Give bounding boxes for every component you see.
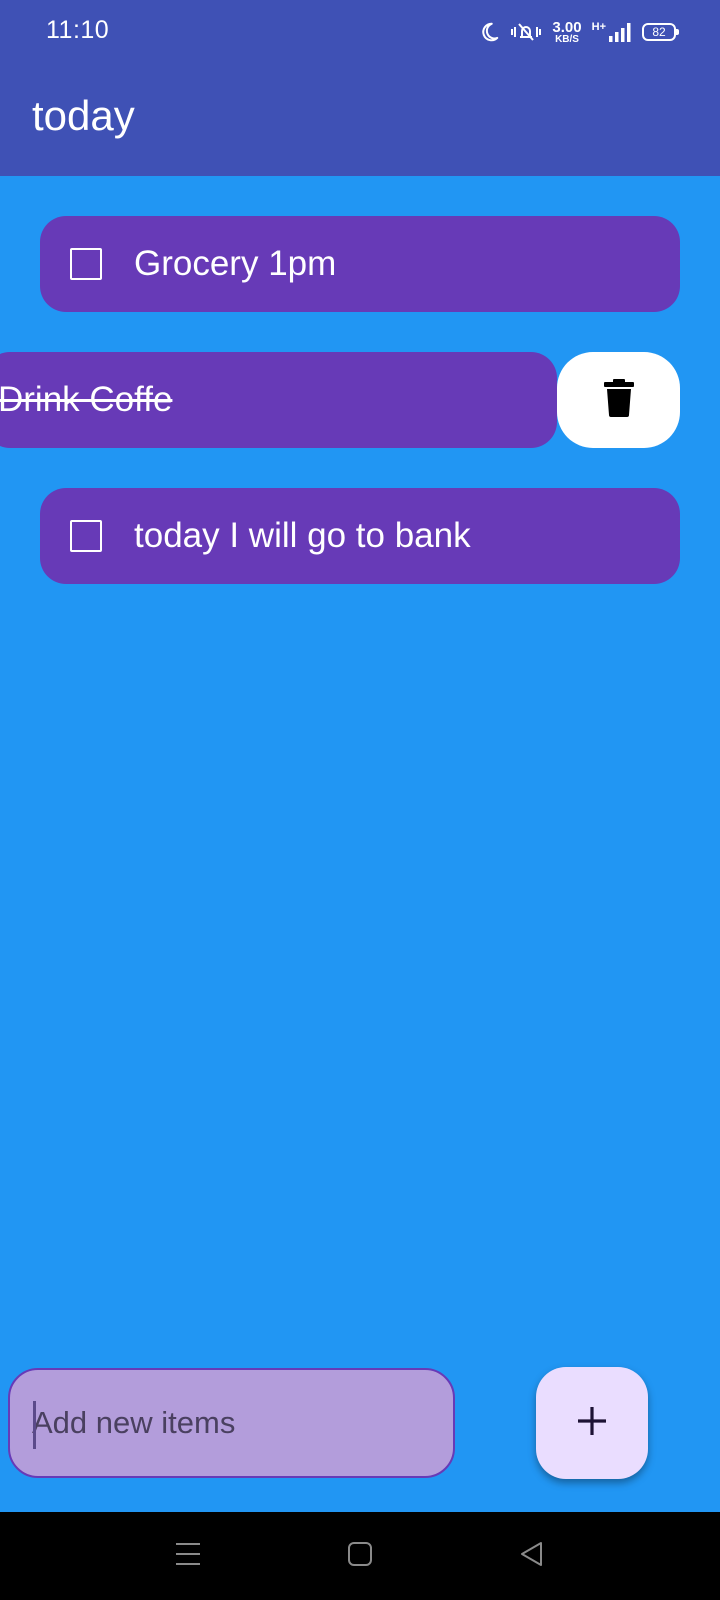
new-item-field[interactable]	[8, 1368, 455, 1478]
task-label: today I will go to bank	[134, 516, 471, 555]
signal-icon: H+	[592, 21, 632, 43]
app-header: 11:10 3.00 KB/S H+ 82 today	[0, 0, 720, 176]
task-checkbox[interactable]	[70, 248, 102, 280]
network-speed: 3.00 KB/S	[552, 20, 581, 45]
battery-level: 82	[652, 25, 666, 39]
network-type: H+	[591, 21, 606, 33]
menu-icon	[175, 1541, 201, 1572]
back-button[interactable]	[510, 1534, 554, 1578]
network-speed-unit: KB/S	[555, 33, 579, 45]
home-button[interactable]	[338, 1534, 382, 1578]
trash-icon	[603, 378, 634, 422]
new-item-input[interactable]	[32, 1370, 432, 1476]
plus-icon	[576, 1405, 608, 1442]
list-item[interactable]: today I will go to bank	[40, 488, 680, 584]
task-label: Grocery 1pm	[134, 244, 337, 283]
status-icons: 3.00 KB/S H+ 82	[478, 16, 679, 48]
battery-icon: 82	[642, 23, 679, 41]
add-item-button[interactable]	[536, 1367, 648, 1479]
task-checkbox[interactable]	[70, 520, 102, 552]
home-icon	[347, 1541, 373, 1572]
vibrate-silent-icon	[510, 21, 542, 43]
list-item[interactable]: Grocery 1pm	[40, 216, 680, 312]
navigation-bar	[0, 1512, 720, 1600]
network-speed-value: 3.00	[552, 18, 582, 36]
list-item[interactable]: Drink Coffe	[0, 352, 557, 448]
menu-button[interactable]	[166, 1534, 210, 1578]
status-time: 11:10	[46, 16, 110, 44]
delete-button[interactable]	[557, 352, 680, 448]
text-cursor	[33, 1401, 36, 1449]
task-label: Drink Coffe	[0, 380, 173, 419]
page-title: today	[32, 92, 135, 139]
back-icon	[519, 1541, 545, 1572]
moon-icon	[478, 21, 500, 43]
